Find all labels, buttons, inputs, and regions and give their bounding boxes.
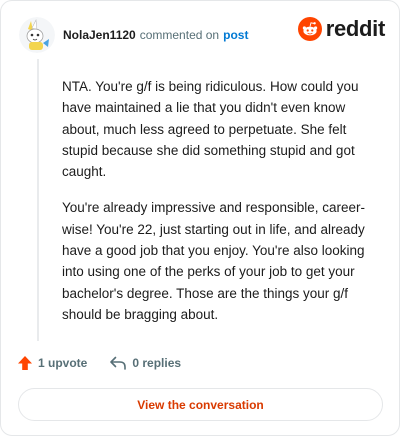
commented-on-text: commented on bbox=[139, 28, 220, 42]
comment-body: NTA. You're g/f is being ridiculous. How… bbox=[62, 76, 380, 340]
reply-count: 0 replies bbox=[132, 356, 182, 370]
thread-line[interactable] bbox=[37, 59, 39, 341]
reddit-logo[interactable]: reddit bbox=[297, 16, 386, 41]
view-conversation-label: View the conversation bbox=[137, 397, 264, 412]
reply-arrow-icon bbox=[110, 356, 127, 370]
comment-paragraph-1: NTA. You're g/f is being ridiculous. How… bbox=[62, 79, 359, 180]
comment-paragraph-2: You're already impressive and responsibl… bbox=[62, 200, 365, 322]
reply-button[interactable]: 0 replies bbox=[109, 355, 181, 371]
view-conversation-button[interactable]: View the conversation bbox=[18, 388, 383, 421]
user-avatar[interactable] bbox=[19, 17, 55, 53]
comment-actions: 1 upvote 0 replies bbox=[17, 355, 181, 371]
reddit-alien-icon bbox=[297, 17, 322, 41]
embedded-comment-card: NolaJen1120 commented on post reddit NTA… bbox=[0, 0, 400, 436]
comment-meta: NolaJen1120 commented on post bbox=[63, 27, 248, 43]
post-link[interactable]: post bbox=[223, 27, 248, 43]
upvote-button[interactable]: 1 upvote bbox=[17, 355, 87, 371]
upvote-arrow-icon bbox=[18, 356, 32, 370]
comment-header: NolaJen1120 commented on post reddit bbox=[19, 15, 385, 55]
upvote-count: 1 upvote bbox=[38, 356, 88, 370]
username-link[interactable]: NolaJen1120 bbox=[63, 27, 136, 43]
reddit-wordmark: reddit bbox=[325, 16, 386, 41]
